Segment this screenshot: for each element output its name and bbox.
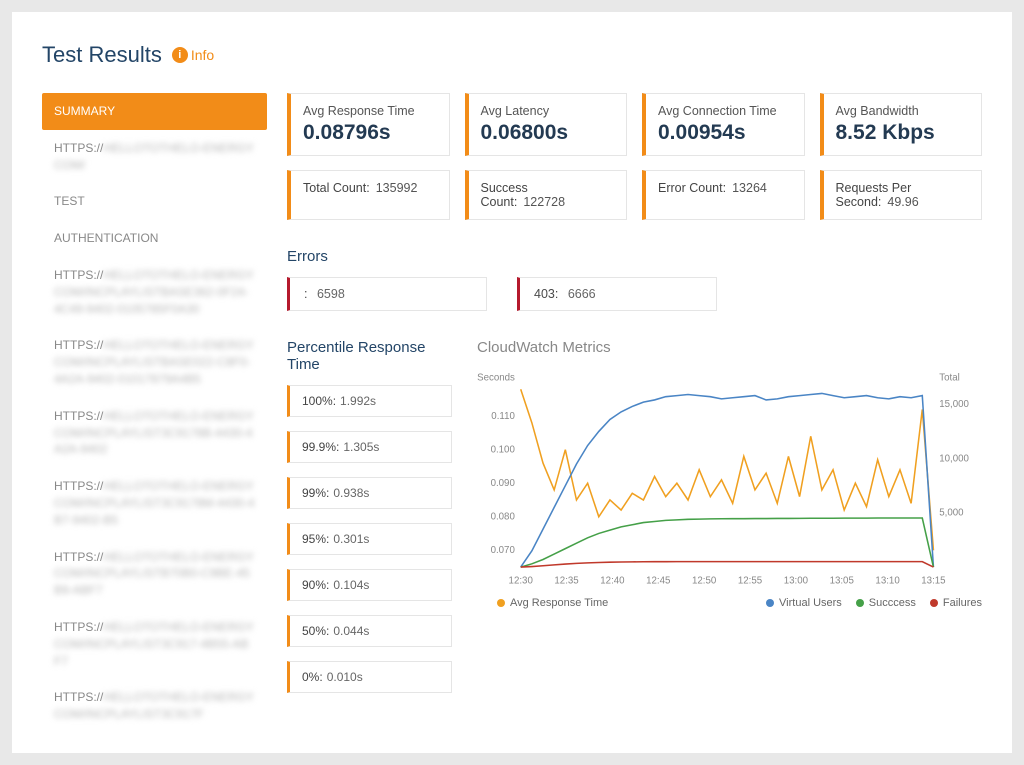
sidebar: SUMMARYHTTPS://HELLOTOTHELO-ENERGYCOM/TE… xyxy=(42,93,267,733)
svg-text:Total: Total xyxy=(939,373,960,384)
svg-text:12:35: 12:35 xyxy=(554,576,578,587)
svg-text:0.070: 0.070 xyxy=(491,545,516,556)
kpi-value: 0.08796s xyxy=(303,121,437,145)
pctile-0: 100%:1.992s xyxy=(287,385,452,417)
svg-text:13:00: 13:00 xyxy=(784,576,809,587)
kpi-label: Avg Connection Time xyxy=(658,104,792,118)
info-link[interactable]: i Info xyxy=(172,47,214,63)
info-label: Info xyxy=(191,47,214,63)
pctile-1: 99.9%:1.305s xyxy=(287,431,452,463)
test-results-page: Test Results i Info SUMMARYHTTPS://HELLO… xyxy=(12,12,1012,753)
main-content: Avg Response Time 0.08796s Avg Latency 0.06… xyxy=(287,93,982,733)
pctile-2: 99%:0.938s xyxy=(287,477,452,509)
pctile-4: 90%:0.104s xyxy=(287,569,452,601)
error-box-0: : 6598 xyxy=(287,277,487,311)
svg-text:12:50: 12:50 xyxy=(692,576,717,587)
chart-title: CloudWatch Metrics xyxy=(477,339,982,356)
series-succcess xyxy=(521,518,934,567)
kpi-label: Avg Latency xyxy=(481,104,615,118)
svg-text:12:40: 12:40 xyxy=(600,576,625,587)
legend-virtual-users: Virtual Users xyxy=(766,597,842,609)
sidebar-item-7[interactable]: HTTPS://HELLOTOTHELO-ENERGYCOM/INCPLAYLI… xyxy=(42,468,267,538)
kpi-value: 8.52 Kbps xyxy=(836,121,970,145)
svg-text:0.110: 0.110 xyxy=(491,411,515,422)
kpi-row: Avg Response Time 0.08796s Avg Latency 0.06… xyxy=(287,93,982,156)
percentile-title: Percentile Response Time xyxy=(287,339,452,373)
kpi-1: Avg Latency 0.06800s xyxy=(465,93,628,156)
sidebar-item-9[interactable]: HTTPS://HELLOTOTHELO-ENERGYCOM/INCPLAYLI… xyxy=(42,609,267,679)
legend-failures: Failures xyxy=(930,597,982,609)
sidebar-item-1[interactable]: HTTPS://HELLOTOTHELO-ENERGYCOM/ xyxy=(42,130,267,184)
sidebar-item-0[interactable]: SUMMARY xyxy=(42,93,267,130)
title-row: Test Results i Info xyxy=(42,42,982,68)
count-0: Total Count:135992 xyxy=(287,170,450,220)
svg-text:5,000: 5,000 xyxy=(939,508,964,519)
count-3: Requests Per Second:49.96 xyxy=(820,170,983,220)
series-failures xyxy=(521,562,934,567)
errors-title: Errors xyxy=(287,248,982,265)
svg-text:12:55: 12:55 xyxy=(738,576,762,587)
percentile-column: Percentile Response Time 100%:1.992s 99.9… xyxy=(287,339,452,707)
legend-success: Succcess xyxy=(856,597,916,609)
sidebar-item-2[interactable]: TEST xyxy=(42,183,267,220)
chart-legend: Avg Response Time Virtual Users Succcess… xyxy=(477,597,982,609)
kpi-value: 0.00954s xyxy=(658,121,792,145)
pctile-6: 0%:0.010s xyxy=(287,661,452,693)
sidebar-item-4[interactable]: HTTPS://HELLOTOTHELO-ENERGYCOM/INCPLAYLI… xyxy=(42,257,267,327)
pctile-3: 95%:0.301s xyxy=(287,523,452,555)
chart-column: CloudWatch Metrics 0.0700.0800.0900.1000… xyxy=(477,339,982,707)
sidebar-item-10[interactable]: HTTPS://HELLOTOTHELO-ENERGYCOM/INCPLAYLI… xyxy=(42,679,267,733)
count-1: Success Count:122728 xyxy=(465,170,628,220)
svg-text:13:05: 13:05 xyxy=(830,576,854,587)
kpi-label: Avg Response Time xyxy=(303,104,437,118)
series-avg-response-time xyxy=(521,389,934,550)
errors-row: : 6598 403: 6666 xyxy=(287,277,982,311)
kpi-0: Avg Response Time 0.08796s xyxy=(287,93,450,156)
svg-text:0.080: 0.080 xyxy=(491,512,516,523)
sidebar-item-3[interactable]: AUTHENTICATION xyxy=(42,220,267,257)
lower-row: Percentile Response Time 100%:1.992s 99.9… xyxy=(287,339,982,707)
legend-avg-response: Avg Response Time xyxy=(497,597,608,609)
cloudwatch-chart: 0.070 0.080 0.090 0.100 0.110 5,000 10,000 15,0… xyxy=(477,368,982,591)
kpi-3: Avg Bandwidth 8.52 Kbps xyxy=(820,93,983,156)
count-2: Error Count:13264 xyxy=(642,170,805,220)
sidebar-item-8[interactable]: HTTPS://HELLOTOTHELO-ENERGYCOM/INCPLAYLI… xyxy=(42,539,267,609)
svg-text:12:30: 12:30 xyxy=(509,576,534,587)
svg-text:0.100: 0.100 xyxy=(491,445,516,456)
svg-text:Seconds: Seconds xyxy=(477,373,515,384)
page-title: Test Results xyxy=(42,42,162,68)
kpi-2: Avg Connection Time 0.00954s xyxy=(642,93,805,156)
info-icon: i xyxy=(172,47,188,63)
chart-svg: 0.070 0.080 0.090 0.100 0.110 5,000 10,000 15,0… xyxy=(477,368,982,591)
pctile-5: 50%:0.044s xyxy=(287,615,452,647)
sidebar-item-5[interactable]: HTTPS://HELLOTOTHELO-ENERGYCOM/INCPLAYLI… xyxy=(42,327,267,397)
svg-text:0.090: 0.090 xyxy=(491,478,516,489)
error-box-1: 403: 6666 xyxy=(517,277,717,311)
svg-text:15,000: 15,000 xyxy=(939,399,969,410)
kpi-value: 0.06800s xyxy=(481,121,615,145)
percentile-list: 100%:1.992s 99.9%:1.305s 99%:0.938s 95%:0.3… xyxy=(287,385,452,693)
sidebar-item-6[interactable]: HTTPS://HELLOTOTHELO-ENERGYCOM/INCPLAYLI… xyxy=(42,398,267,468)
count-row: Total Count:135992 Success Count:122728 Er… xyxy=(287,170,982,220)
svg-text:12:45: 12:45 xyxy=(646,576,670,587)
svg-text:13:15: 13:15 xyxy=(921,576,945,587)
svg-text:13:10: 13:10 xyxy=(875,576,900,587)
layout: SUMMARYHTTPS://HELLOTOTHELO-ENERGYCOM/TE… xyxy=(42,93,982,733)
kpi-label: Avg Bandwidth xyxy=(836,104,970,118)
svg-text:10,000: 10,000 xyxy=(939,453,969,464)
